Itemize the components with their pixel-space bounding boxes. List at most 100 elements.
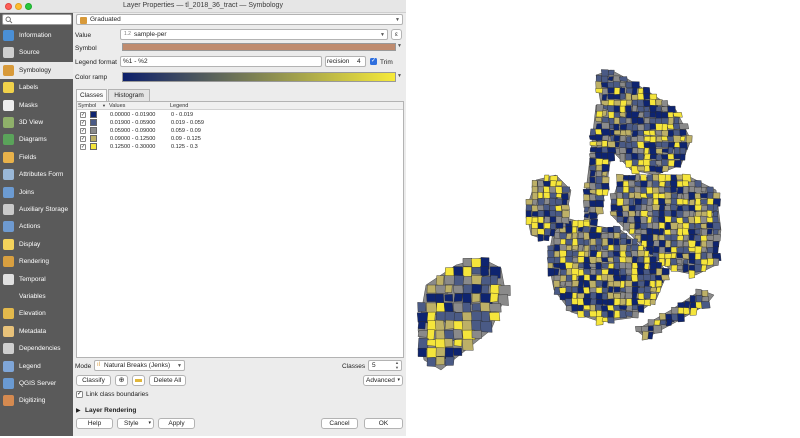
sidebar-item-labels[interactable]: Labels	[0, 79, 73, 96]
tract-polygon[interactable]	[471, 283, 482, 294]
classes-table[interactable]: Symbol ▼ Values Legend ✓ 0.00000 - 0.0190…	[76, 101, 404, 358]
tract-polygon[interactable]	[619, 147, 627, 154]
tract-polygon[interactable]	[659, 320, 667, 326]
tract-polygon[interactable]	[553, 250, 561, 258]
tract-polygon[interactable]	[417, 347, 427, 358]
tract-polygon[interactable]	[688, 223, 695, 230]
tract-polygon[interactable]	[610, 204, 618, 212]
tract-polygon[interactable]	[667, 153, 675, 160]
tract-polygon[interactable]	[640, 204, 647, 211]
tract-polygon[interactable]	[435, 329, 446, 340]
tract-polygon[interactable]	[689, 295, 696, 303]
tract-polygon[interactable]	[701, 290, 709, 298]
tract-polygon[interactable]	[647, 331, 654, 340]
tract-polygon[interactable]	[646, 198, 653, 206]
tract-polygon[interactable]	[444, 294, 453, 302]
sidebar-item-attributes-form[interactable]: Attributes Form	[0, 166, 73, 183]
sidebar-item-rendering[interactable]: Rendering	[0, 253, 73, 270]
tract-polygon[interactable]	[613, 225, 621, 234]
tract-polygon[interactable]	[559, 281, 566, 287]
tract-polygon[interactable]	[625, 238, 632, 245]
class-values-cell[interactable]: 0.00000 - 0.01900	[110, 111, 155, 119]
sidebar-item-auxiliary-storage[interactable]: Auxiliary Storage	[0, 201, 73, 218]
tract-polygon[interactable]	[589, 189, 597, 195]
tract-polygon[interactable]	[655, 148, 663, 155]
tract-polygon[interactable]	[700, 264, 707, 272]
renderer-select[interactable]: Graduated ▼	[76, 14, 403, 25]
tract-polygon[interactable]	[631, 310, 639, 319]
tract-polygon[interactable]	[652, 324, 663, 334]
tract-polygon[interactable]	[601, 245, 609, 251]
class-legend-cell[interactable]: 0.09 - 0.125	[171, 135, 201, 143]
tract-polygon[interactable]	[549, 229, 556, 237]
tract-polygon[interactable]	[607, 87, 616, 94]
classes-spinbox[interactable]: 5 ▲ ▼	[368, 360, 402, 371]
tract-polygon[interactable]	[643, 122, 651, 131]
tract-polygon[interactable]	[555, 180, 563, 187]
sidebar-item-joins[interactable]: Joins	[0, 184, 73, 201]
tract-polygon[interactable]	[625, 136, 632, 143]
tract-polygon[interactable]	[601, 280, 608, 289]
class-symbol-swatch[interactable]	[90, 135, 97, 142]
tract-polygon[interactable]	[678, 123, 689, 130]
table-row[interactable]: ✓ 0.05900 - 0.09000 0.059 - 0.09	[77, 127, 403, 135]
tract-polygon[interactable]	[688, 269, 695, 279]
tract-polygon[interactable]	[601, 171, 608, 177]
tract-polygon[interactable]	[712, 222, 721, 231]
class-legend-cell[interactable]: 0.125 - 0.3	[171, 143, 198, 151]
color-ramp-button[interactable]	[122, 72, 396, 82]
tract-polygon[interactable]	[682, 198, 689, 205]
tract-polygon[interactable]	[643, 130, 651, 136]
class-values-cell[interactable]: 0.05900 - 0.09000	[110, 127, 155, 135]
table-row[interactable]: ✓ 0.01900 - 0.05900 0.019 - 0.059	[77, 119, 403, 127]
tract-polygon[interactable]	[655, 160, 662, 166]
tract-polygon[interactable]	[649, 299, 656, 306]
tract-polygon[interactable]	[625, 275, 632, 281]
class-visible-checkbox[interactable]: ✓	[80, 112, 86, 118]
tract-polygon[interactable]	[619, 92, 626, 100]
tract-polygon[interactable]	[555, 186, 563, 195]
tract-polygon[interactable]	[601, 263, 610, 269]
sidebar-item-actions[interactable]: Actions	[0, 218, 73, 235]
tract-polygon[interactable]	[667, 111, 674, 118]
tract-polygon[interactable]	[583, 239, 590, 247]
tract-polygon[interactable]	[435, 275, 445, 287]
expression-button[interactable]: ε	[391, 29, 402, 40]
tract-polygon[interactable]	[619, 298, 626, 306]
tract-polygon[interactable]	[613, 232, 621, 239]
tract-polygon[interactable]	[682, 263, 689, 273]
tract-polygon[interactable]	[683, 307, 690, 315]
tract-polygon[interactable]	[649, 130, 656, 136]
tract-polygon[interactable]	[601, 110, 608, 117]
tract-polygon[interactable]	[577, 244, 584, 252]
tract-polygon[interactable]	[601, 287, 608, 294]
tract-polygon[interactable]	[676, 265, 683, 271]
tract-polygon[interactable]	[695, 288, 702, 297]
tract-polygon[interactable]	[531, 199, 538, 206]
tract-polygon[interactable]	[628, 197, 635, 207]
sidebar-item-source[interactable]: Source	[0, 44, 73, 61]
tract-polygon[interactable]	[619, 76, 628, 82]
tract-polygon[interactable]	[689, 307, 698, 316]
tract-polygon[interactable]	[681, 253, 690, 260]
tract-polygon[interactable]	[712, 234, 721, 242]
tract-polygon[interactable]	[435, 356, 445, 366]
sidebar-item-diagrams[interactable]: Diagrams	[0, 131, 73, 148]
tract-polygon[interactable]	[676, 259, 683, 265]
tract-polygon[interactable]	[559, 256, 566, 264]
tract-polygon[interactable]	[712, 203, 719, 212]
tract-polygon[interactable]	[613, 297, 621, 306]
tract-polygon[interactable]	[571, 280, 580, 287]
tract-polygon[interactable]	[661, 267, 670, 276]
tract-polygon[interactable]	[589, 170, 596, 177]
tract-polygon[interactable]	[537, 234, 544, 242]
tract-polygon[interactable]	[583, 232, 590, 241]
tract-polygon[interactable]	[694, 245, 703, 255]
tract-polygon[interactable]	[643, 136, 651, 142]
tract-polygon[interactable]	[682, 259, 689, 265]
tract-polygon[interactable]	[555, 222, 564, 229]
tract-polygon[interactable]	[601, 117, 610, 124]
tract-polygon[interactable]	[647, 325, 654, 332]
tract-polygon[interactable]	[583, 206, 590, 213]
tract-polygon[interactable]	[607, 257, 614, 263]
